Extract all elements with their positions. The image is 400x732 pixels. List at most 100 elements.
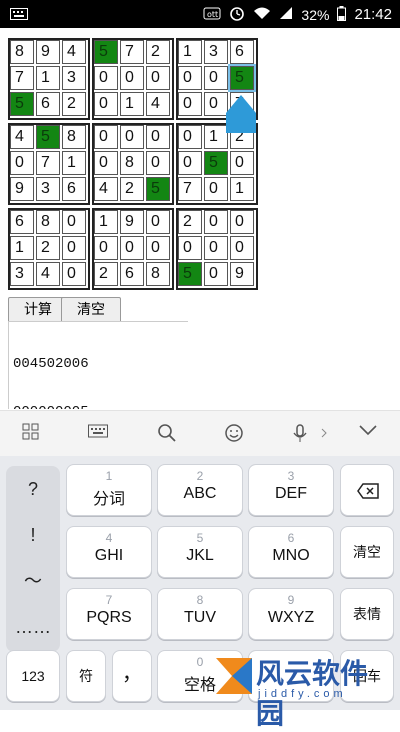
sudoku-cell[interactable]: 5 — [10, 92, 34, 116]
sudoku-cell[interactable]: 0 — [204, 66, 228, 90]
sudoku-cell[interactable]: 0 — [10, 151, 34, 175]
sudoku-cell[interactable]: 0 — [120, 66, 144, 90]
sudoku-cell[interactable]: 0 — [62, 210, 86, 234]
emoji-key[interactable]: 表情 — [340, 588, 394, 640]
sudoku-cell[interactable]: 3 — [10, 262, 34, 286]
sudoku-cell[interactable]: 8 — [62, 125, 86, 149]
sudoku-cell[interactable]: 0 — [178, 92, 202, 116]
sudoku-cell[interactable]: 0 — [230, 151, 254, 175]
sudoku-cell[interactable]: 0 — [204, 210, 228, 234]
sudoku-cell[interactable]: 0 — [94, 151, 118, 175]
sudoku-cell[interactable]: 5 — [228, 64, 256, 92]
sudoku-cell[interactable]: 1 — [204, 125, 228, 149]
sudoku-cell[interactable]: 0 — [94, 92, 118, 116]
sudoku-cell[interactable]: 7 — [10, 66, 34, 90]
sudoku-cell[interactable]: 0 — [146, 210, 170, 234]
sudoku-cell[interactable]: 6 — [36, 92, 60, 116]
key-5[interactable]: 5 JKL — [157, 526, 243, 578]
key-2[interactable]: 2 ABC — [157, 464, 243, 516]
ellipsis-key[interactable]: …… — [6, 604, 60, 650]
sudoku-cell[interactable]: 0 — [230, 236, 254, 260]
sudoku-cell[interactable]: 2 — [146, 40, 170, 64]
sudoku-cell[interactable]: 1 — [230, 177, 254, 201]
key-3[interactable]: 3 DEF — [248, 464, 334, 516]
symbol-key[interactable]: 符 — [66, 650, 106, 702]
clear-key[interactable]: 清空 — [340, 526, 394, 578]
sudoku-cell[interactable]: 0 — [204, 92, 228, 116]
output-textarea[interactable]: 004502006 000000005 002014007 008000012 … — [8, 321, 188, 409]
sudoku-cell[interactable]: 8 — [36, 210, 60, 234]
sudoku-cell[interactable]: 0 — [62, 262, 86, 286]
sudoku-cell[interactable]: 0 — [120, 125, 144, 149]
sudoku-cell[interactable]: 2 — [62, 92, 86, 116]
key-7[interactable]: 7 PQRS — [66, 588, 152, 640]
apps-grid-icon[interactable] — [22, 423, 42, 443]
sudoku-cell[interactable]: 2 — [36, 236, 60, 260]
key-6[interactable]: 6 MNO — [248, 526, 334, 578]
key-8[interactable]: 8 TUV — [157, 588, 243, 640]
sudoku-cell[interactable]: 1 — [178, 40, 202, 64]
sudoku-cell[interactable]: 9 — [120, 210, 144, 234]
sudoku-cell[interactable]: 4 — [10, 125, 34, 149]
key-9[interactable]: 9 WXYZ — [248, 588, 334, 640]
sudoku-cell[interactable]: 4 — [94, 177, 118, 201]
sudoku-cell[interactable]: 5 — [178, 262, 202, 286]
sudoku-cell[interactable]: 0 — [146, 151, 170, 175]
tilde-key[interactable]: ～ — [6, 558, 60, 604]
sudoku-cell[interactable]: 2 — [94, 262, 118, 286]
sudoku-cell[interactable]: 7 — [36, 151, 60, 175]
microphone-icon[interactable] — [290, 423, 310, 443]
sudoku-cell[interactable]: 0 — [94, 125, 118, 149]
sudoku-cell[interactable]: 0 — [204, 262, 228, 286]
sudoku-cell[interactable]: 0 — [178, 236, 202, 260]
sudoku-cell[interactable]: 3 — [204, 40, 228, 64]
question-mark-key[interactable]: ? — [6, 466, 60, 512]
sudoku-cell[interactable]: 1 — [10, 236, 34, 260]
sudoku-cell[interactable]: 9 — [10, 177, 34, 201]
key-4[interactable]: 4 GHI — [66, 526, 152, 578]
sudoku-cell[interactable]: 7 — [120, 40, 144, 64]
emoji-icon[interactable] — [224, 423, 244, 443]
sudoku-cell[interactable]: 0 — [178, 66, 202, 90]
sudoku-cell[interactable]: 6 — [120, 262, 144, 286]
clear-button[interactable]: 清空 — [61, 297, 121, 323]
sudoku-cell[interactable]: 0 — [120, 236, 144, 260]
sudoku-cell[interactable]: 6 — [62, 177, 86, 201]
chevron-right-icon[interactable] — [320, 426, 340, 446]
backspace-key[interactable] — [340, 464, 394, 516]
key-1[interactable]: 1 分词 — [66, 464, 152, 516]
calculate-button[interactable]: 计算 — [8, 297, 68, 323]
sudoku-cell[interactable]: 1 — [62, 151, 86, 175]
sudoku-cell[interactable]: 9 — [230, 262, 254, 286]
sudoku-cell[interactable]: 0 — [178, 151, 202, 175]
numbers-key[interactable]: 123 — [6, 650, 60, 702]
sudoku-cell[interactable]: 4 — [36, 262, 60, 286]
sudoku-cell[interactable]: 9 — [36, 40, 60, 64]
sudoku-cell[interactable]: 0 — [146, 125, 170, 149]
sudoku-cell[interactable]: 0 — [230, 210, 254, 234]
sudoku-cell[interactable]: 0 — [94, 236, 118, 260]
sudoku-cell[interactable]: 0 — [146, 236, 170, 260]
sudoku-cell[interactable]: 1 — [36, 66, 60, 90]
sudoku-cell[interactable]: 3 — [62, 66, 86, 90]
sudoku-cell[interactable]: 0 — [178, 125, 202, 149]
sudoku-cell[interactable]: 5 — [204, 151, 228, 175]
text-cursor-handle[interactable] — [226, 95, 256, 135]
sudoku-cell[interactable]: 1 — [94, 210, 118, 234]
sudoku-cell[interactable]: 2 — [178, 210, 202, 234]
sudoku-cell[interactable]: 8 — [120, 151, 144, 175]
sudoku-cell[interactable]: 3 — [36, 177, 60, 201]
sudoku-cell[interactable]: 2 — [120, 177, 144, 201]
sudoku-cell[interactable]: 7 — [178, 177, 202, 201]
sudoku-cell[interactable]: 1 — [120, 92, 144, 116]
sudoku-cell[interactable]: 4 — [146, 92, 170, 116]
sudoku-cell[interactable]: 6 — [230, 40, 254, 64]
sudoku-cell[interactable]: 5 — [146, 177, 170, 201]
keyboard-switch-icon[interactable] — [88, 423, 108, 443]
sudoku-cell[interactable]: 0 — [94, 66, 118, 90]
collapse-keyboard-icon[interactable] — [358, 423, 378, 443]
comma-key[interactable]: ， — [112, 650, 152, 702]
sudoku-cell[interactable]: 4 — [62, 40, 86, 64]
search-icon[interactable] — [157, 423, 177, 443]
sudoku-cell[interactable]: 8 — [10, 40, 34, 64]
